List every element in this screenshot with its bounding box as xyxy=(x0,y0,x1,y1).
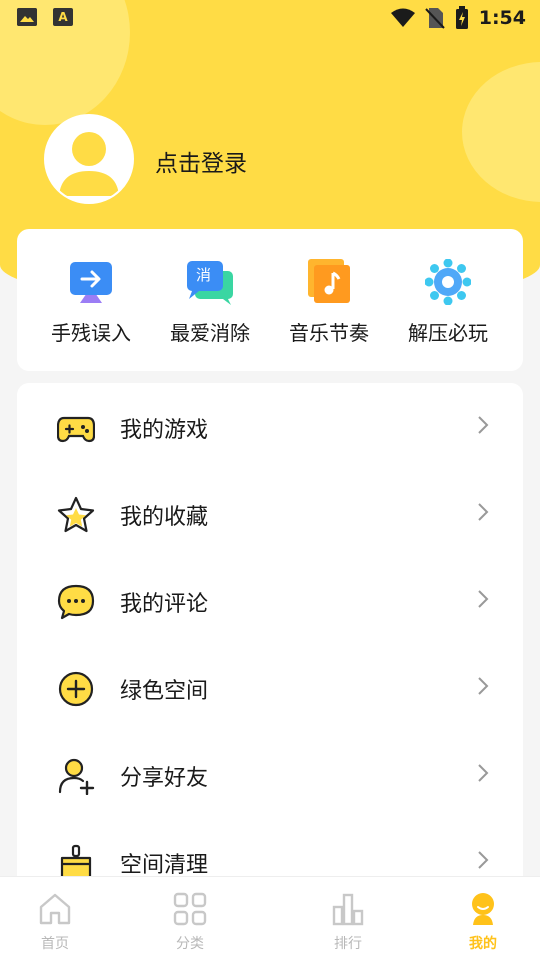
gamepad-icon xyxy=(57,416,95,443)
home-icon xyxy=(39,893,71,925)
login-link[interactable]: 点击登录 xyxy=(155,144,247,178)
quick-action-music[interactable]: 音乐节奏 xyxy=(279,259,379,346)
profile-icon xyxy=(472,893,494,925)
arrow-screen-icon xyxy=(68,259,114,305)
menu-item-comments[interactable]: 我的评论 xyxy=(17,557,523,644)
chat-bubble-text: 消 xyxy=(196,266,212,284)
menu-list: 我的游戏 我的收藏 我的评论 绿色空间 分享好友 空间清理 xyxy=(17,383,523,903)
clock: 1:54 xyxy=(478,7,526,29)
quick-action-label: 音乐节奏 xyxy=(289,321,369,345)
chat-bubbles-icon: 消 xyxy=(187,259,233,305)
menu-item-share[interactable]: 分享好友 xyxy=(17,731,523,818)
tab-ranking[interactable]: 排行 xyxy=(308,891,388,953)
wifi-icon xyxy=(390,8,415,27)
chevron-right-icon xyxy=(478,764,489,782)
music-note-icon xyxy=(306,259,352,305)
status-bar: A 1:54 xyxy=(0,0,540,36)
menu-item-label: 我的游戏 xyxy=(120,418,209,443)
tab-label: 我的 xyxy=(469,936,497,952)
comment-icon xyxy=(57,584,95,620)
quick-action-shoucan[interactable]: 手残误入 xyxy=(41,259,141,346)
ranking-icon xyxy=(332,893,364,926)
menu-item-label: 空间清理 xyxy=(120,853,209,878)
gallery-notification-icon xyxy=(17,8,37,26)
tab-label: 排行 xyxy=(334,936,362,952)
battery-charging-icon xyxy=(455,6,468,29)
quick-action-label: 手残误入 xyxy=(51,321,131,345)
avatar[interactable] xyxy=(44,114,134,204)
plus-circle-icon xyxy=(58,671,94,707)
menu-item-label: 我的收藏 xyxy=(120,505,209,530)
tab-categories[interactable]: 分类 xyxy=(150,891,230,953)
chevron-right-icon xyxy=(478,851,489,869)
quick-action-jieya[interactable]: 解压必玩 xyxy=(398,258,498,346)
header-decoration-circle xyxy=(462,62,540,202)
chevron-right-icon xyxy=(478,416,489,434)
tab-home[interactable]: 首页 xyxy=(15,891,95,953)
menu-item-label: 绿色空间 xyxy=(120,679,209,704)
no-sim-icon xyxy=(425,8,445,29)
chevron-right-icon xyxy=(478,677,489,695)
star-icon xyxy=(57,496,95,533)
menu-item-favorites[interactable]: 我的收藏 xyxy=(17,470,523,557)
bottom-nav: 首页 分类 排行 我的 xyxy=(0,876,540,961)
dotted-circle-icon xyxy=(424,258,472,306)
menu-item-green-space[interactable]: 绿色空间 xyxy=(17,644,523,731)
chevron-right-icon xyxy=(478,590,489,608)
tab-label: 分类 xyxy=(176,936,204,952)
tab-label: 首页 xyxy=(41,936,69,952)
quick-actions-card: 手残误入 消 最爱消除 音乐节奏 解压必玩 xyxy=(17,229,523,371)
menu-item-my-games[interactable]: 我的游戏 xyxy=(17,383,523,470)
grid-icon xyxy=(173,892,207,926)
quick-action-label: 解压必玩 xyxy=(408,321,488,345)
menu-item-label: 分享好友 xyxy=(120,766,209,791)
add-user-icon xyxy=(58,758,95,795)
tab-mine[interactable]: 我的 xyxy=(443,891,523,953)
text-notification-icon: A xyxy=(53,8,73,26)
quick-action-xiaochu[interactable]: 消 最爱消除 xyxy=(160,259,260,346)
quick-action-label: 最爱消除 xyxy=(170,321,250,345)
menu-item-label: 我的评论 xyxy=(120,592,209,617)
chevron-right-icon xyxy=(478,503,489,521)
